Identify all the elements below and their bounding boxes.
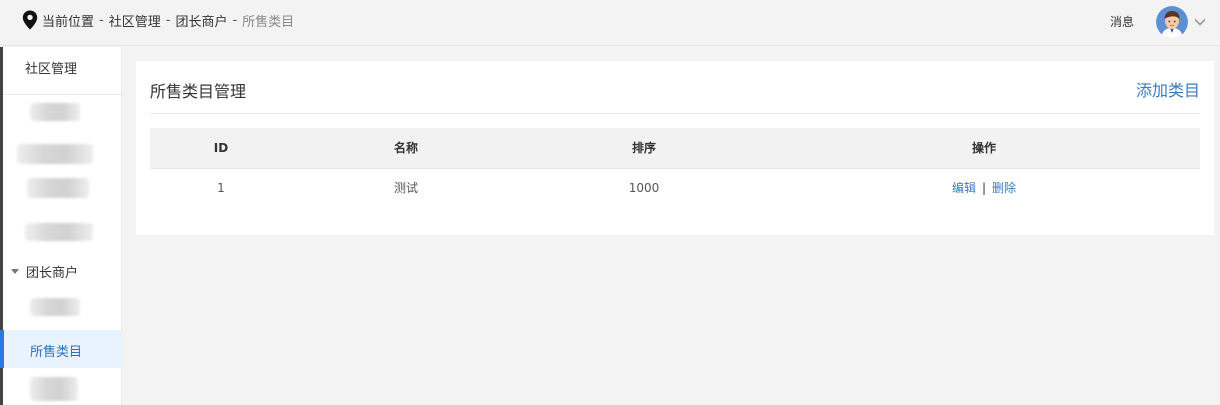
- category-table: ID 名称 排序 操作 1 测试 1000 编辑 | 删除: [150, 128, 1200, 207]
- breadcrumb-separator: -: [99, 12, 104, 28]
- delete-link[interactable]: 删除: [992, 181, 1016, 195]
- edit-link[interactable]: 编辑: [952, 181, 976, 195]
- sidebar-group-label: 团长商户: [26, 266, 79, 281]
- sidebar-item-blurred[interactable]: [17, 144, 93, 164]
- add-category-button[interactable]: 添加类目: [1136, 77, 1200, 101]
- table-row: 1 测试 1000 编辑 | 删除: [150, 169, 1200, 207]
- sidebar-item-blurred[interactable]: [30, 103, 80, 121]
- sidebar-group-leader-merchant[interactable]: 团长商户: [3, 260, 122, 281]
- table-header: ID 名称 排序 操作: [150, 128, 1200, 169]
- column-header-name: 名称: [393, 141, 419, 155]
- sidebar: 社区管理 团长商户 所售类目: [0, 47, 122, 405]
- cell-sort: 1000: [628, 181, 660, 195]
- cell-actions: 编辑 | 删除: [952, 169, 1016, 207]
- breadcrumb-current: 所售类目: [242, 14, 295, 30]
- active-indicator: [0, 330, 4, 368]
- top-bar: 当前位置 - 社区管理 - 团长商户 - 所售类目 消息: [0, 0, 1220, 46]
- chevron-down-icon[interactable]: [1193, 14, 1207, 28]
- cell-name: 测试: [393, 181, 419, 195]
- sidebar-item-blurred[interactable]: [30, 298, 80, 316]
- column-header-id: ID: [213, 141, 229, 155]
- breadcrumb-leader-merchant[interactable]: 团长商户: [175, 11, 227, 30]
- sidebar-item-categories[interactable]: 所售类目: [0, 330, 122, 368]
- divider: [150, 113, 1200, 114]
- action-separator: |: [981, 181, 987, 195]
- breadcrumb-separator: -: [165, 12, 171, 28]
- breadcrumb-community[interactable]: 社区管理: [109, 11, 161, 30]
- breadcrumb: 当前位置 - 社区管理 - 团长商户 - 所售类目: [22, 10, 294, 30]
- page-title: 所售类目管理: [150, 82, 247, 101]
- sidebar-item-label: 所售类目: [30, 345, 83, 360]
- location-pin-icon: [22, 10, 38, 30]
- column-header-sort: 排序: [631, 141, 657, 155]
- avatar[interactable]: [1156, 6, 1188, 38]
- sidebar-item-blurred[interactable]: [30, 377, 78, 401]
- breadcrumb-separator: -: [232, 12, 238, 28]
- sidebar-item-blurred[interactable]: [27, 178, 89, 198]
- messages-link[interactable]: 消息: [1110, 13, 1134, 30]
- cell-id: 1: [217, 181, 225, 195]
- column-header-actions: 操作: [971, 141, 997, 155]
- sidebar-title: 社区管理: [3, 47, 121, 95]
- caret-down-icon: [11, 269, 19, 274]
- main-panel: 所售类目管理 添加类目 ID 名称 排序 操作 1 测试 1000 编辑 | 删除: [136, 61, 1214, 235]
- sidebar-item-blurred[interactable]: [25, 223, 93, 241]
- location-label: 当前位置: [42, 14, 95, 30]
